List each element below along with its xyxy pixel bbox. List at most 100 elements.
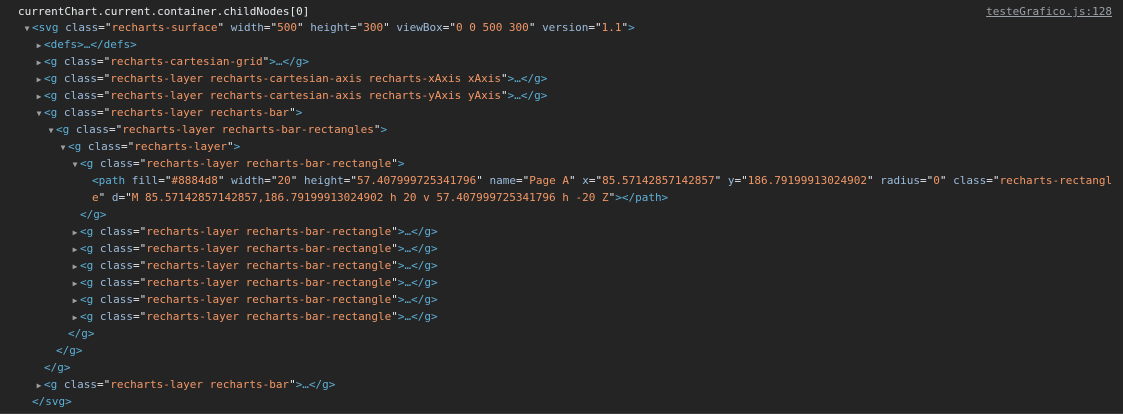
- dom-node-bar-rectangle-collapsed[interactable]: ▶ <g class="recharts-layer recharts-bar-r…: [70, 257, 438, 274]
- attr-name: class: [63, 55, 97, 68]
- tag-open: <g: [80, 225, 100, 238]
- expanded-triangle-icon[interactable]: ▼: [46, 122, 56, 139]
- attr-value: 20: [277, 174, 291, 187]
- attr-eq: =": [264, 174, 278, 187]
- attr-value: 300: [363, 21, 384, 34]
- collapsed-triangle-icon[interactable]: ▶: [34, 377, 44, 394]
- tag-open: <g: [80, 310, 100, 323]
- tag-close: </g>: [68, 327, 95, 340]
- dom-node-bar-rectangle-collapsed[interactable]: ▶ <g class="recharts-layer recharts-bar-r…: [70, 240, 438, 257]
- dom-node-bar-rectangle-collapsed[interactable]: ▶ <g class="recharts-layer recharts-bar-r…: [70, 223, 438, 240]
- collapsed-triangle-icon[interactable]: ▶: [34, 71, 44, 88]
- attr-value: recharts-layer recharts-bar-rectangle: [146, 276, 392, 289]
- attr-quote: ": [867, 174, 874, 187]
- attr-value: e: [92, 191, 99, 204]
- attr-quote: ": [391, 276, 398, 289]
- collapsed-triangle-icon[interactable]: ▶: [70, 309, 80, 326]
- collapsed-triangle-icon[interactable]: ▶: [34, 88, 44, 105]
- dom-node-bar-rectangle-collapsed[interactable]: ▶ <g class="recharts-layer recharts-bar-r…: [70, 274, 438, 291]
- attr-name: radius: [880, 174, 921, 187]
- tag-close: >…</g>: [397, 225, 438, 238]
- dom-node-bar-rectangle-collapsed[interactable]: ▶ <g class="recharts-layer recharts-bar-r…: [70, 291, 438, 308]
- attr-eq: =": [588, 21, 602, 34]
- attr-eq: =": [133, 310, 147, 323]
- expanded-triangle-icon[interactable]: ▼: [22, 20, 32, 37]
- attr-eq: =": [133, 259, 147, 272]
- dom-node-bar-rectangles[interactable]: ▼ <g class="recharts-layer recharts-bar-r…: [46, 121, 388, 139]
- attr-name: d: [111, 191, 119, 204]
- tag-open: <g: [80, 276, 100, 289]
- attr-quote: ": [568, 174, 576, 187]
- dom-close-g: </g>: [80, 206, 107, 223]
- attr-value: recharts-layer recharts-bar-rectangle: [146, 293, 392, 306]
- collapsed-triangle-icon[interactable]: ▶: [34, 37, 44, 54]
- attr-value: #8884d8: [171, 174, 218, 187]
- collapsed-triangle-icon[interactable]: ▶: [70, 258, 80, 275]
- tag-close: </svg>: [32, 395, 72, 408]
- collapsed-triangle-icon[interactable]: ▶: [70, 275, 80, 292]
- dom-node-bar-rectangle-collapsed[interactable]: ▶ <g class="recharts-layer recharts-bar-r…: [70, 308, 438, 325]
- attr-eq: =": [109, 123, 123, 136]
- dom-node-bar-2[interactable]: ▶ <g class="recharts-layer recharts-bar">…: [34, 376, 336, 394]
- attr-value: M 85.57142857142857,186.79199913024902 h…: [131, 191, 609, 204]
- attr-eq: =": [97, 378, 111, 391]
- tag-open: <path: [92, 174, 126, 187]
- attr-quote: ": [939, 174, 947, 187]
- tag-close: </g>: [56, 344, 83, 357]
- attr-value: 0: [933, 174, 940, 187]
- tag-close: >…</g>: [397, 310, 438, 323]
- attr-eq: =": [263, 21, 278, 34]
- attr-name: name: [489, 174, 516, 187]
- attr-quote: ": [98, 191, 112, 204]
- attr-eq: =": [515, 174, 530, 187]
- attr-quote: ": [476, 174, 483, 187]
- attr-eq: =": [158, 174, 172, 187]
- attr-name: width: [231, 174, 265, 187]
- attr-eq: =": [97, 55, 111, 68]
- dom-node-bar-rectangle[interactable]: ▼ <g class="recharts-layer recharts-bar-r…: [70, 155, 405, 172]
- attr-quote: ": [391, 225, 398, 238]
- tag-open: <g: [80, 157, 100, 170]
- attr-name: version: [542, 21, 589, 34]
- tag-open: <g: [80, 259, 100, 272]
- dom-node-xaxis[interactable]: ▶ <g class="recharts-layer recharts-carte…: [34, 70, 548, 88]
- attr-quote: ": [226, 140, 234, 153]
- dom-node-yaxis[interactable]: ▶ <g class="recharts-layer recharts-carte…: [34, 87, 548, 105]
- dom-close-svg: </svg>: [32, 393, 72, 410]
- collapsed-triangle-icon[interactable]: ▶: [70, 241, 80, 258]
- attr-quote: ": [391, 293, 398, 306]
- tag-close: >…</g>: [397, 293, 438, 306]
- dom-node-bar[interactable]: ▼ <g class="recharts-layer recharts-bar">: [34, 104, 303, 122]
- attr-quote: ": [289, 378, 296, 391]
- attr-eq: =": [343, 174, 357, 187]
- expanded-triangle-icon[interactable]: ▼: [70, 156, 80, 173]
- dom-node-defs[interactable]: ▶ <defs>…</defs>: [34, 36, 137, 53]
- attr-name: class: [99, 225, 133, 238]
- dom-node-svg[interactable]: ▼ <svg class="recharts-surface" width="50…: [22, 19, 635, 36]
- expanded-triangle-icon[interactable]: ▼: [58, 139, 68, 156]
- tag-close: </g>: [44, 361, 71, 374]
- dom-node-layer[interactable]: ▼ <g class="recharts-layer">: [58, 138, 241, 156]
- attr-eq: =": [118, 191, 132, 204]
- tag-close: >: [380, 123, 388, 136]
- attr-eq: =": [920, 174, 934, 187]
- attr-name: class: [87, 140, 121, 153]
- tag-open: <g: [44, 89, 64, 102]
- attr-name: width: [230, 21, 264, 34]
- tag-close: ></path>: [615, 191, 669, 204]
- attr-quote: ": [383, 21, 390, 34]
- source-link[interactable]: testeGrafico.js:128: [986, 3, 1112, 20]
- collapsed-triangle-icon[interactable]: ▶: [70, 292, 80, 309]
- collapsed-triangle-icon[interactable]: ▶: [70, 224, 80, 241]
- dom-node-grid[interactable]: ▶ <g class="recharts-cartesian-grid">…</g…: [34, 53, 309, 70]
- attr-quote: ": [500, 72, 508, 85]
- collapsed-triangle-icon[interactable]: ▶: [34, 54, 44, 71]
- attr-value: recharts-layer recharts-cartesian-axis r…: [110, 89, 501, 102]
- attr-quote: ": [289, 106, 296, 119]
- attr-eq: =": [986, 174, 1000, 187]
- expanded-triangle-icon[interactable]: ▼: [34, 105, 44, 122]
- attr-name: class: [99, 276, 133, 289]
